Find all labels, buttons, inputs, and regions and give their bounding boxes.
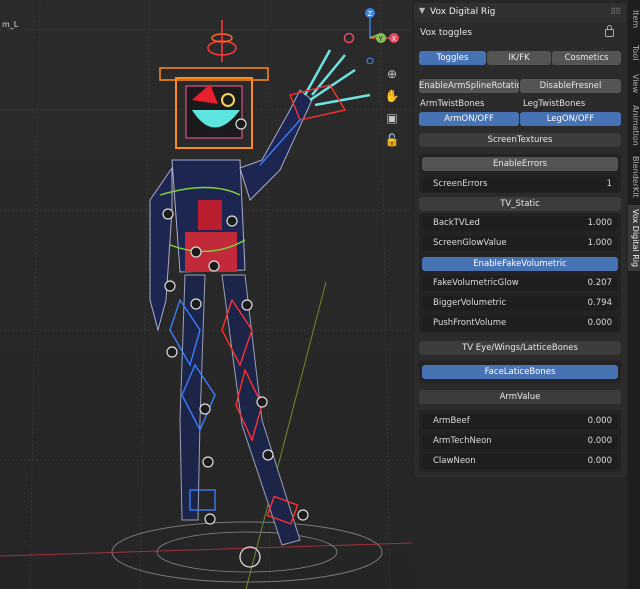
enable-errors-button[interactable]: EnableErrors bbox=[422, 157, 618, 171]
panel-title: Vox Digital Rig bbox=[430, 7, 496, 17]
field-value: 1.000 bbox=[587, 238, 612, 248]
field-value: 1 bbox=[606, 179, 612, 189]
tv-static-button[interactable]: TV_Static bbox=[419, 197, 621, 211]
arm-value-button[interactable]: ArmValue bbox=[419, 390, 621, 404]
chevron-down-icon[interactable]: ▼ bbox=[419, 6, 425, 15]
zoom-icon[interactable]: ⊕ bbox=[384, 66, 400, 82]
tab-item[interactable]: Item bbox=[628, 4, 640, 34]
tab-blenderkit[interactable]: BlenderKit bbox=[628, 155, 640, 199]
field-value: 0.000 bbox=[587, 456, 612, 466]
back-tv-led-field[interactable]: BackTVLed 1.000 bbox=[422, 216, 618, 231]
field-value: 0.794 bbox=[587, 298, 612, 308]
tab-cosmetics[interactable]: Cosmetics bbox=[552, 51, 621, 65]
field-value: 0.000 bbox=[587, 318, 612, 328]
enable-arm-spline-rotation-button[interactable]: EnableArmSplineRotation bbox=[419, 79, 519, 93]
field-label: PushFrontVolume bbox=[433, 318, 507, 328]
field-label: BackTVLed bbox=[433, 218, 480, 228]
field-label: FakeVolumetricGlow bbox=[433, 278, 519, 288]
field-value: 1.000 bbox=[587, 218, 612, 228]
field-label: ScreenGlowValue bbox=[433, 238, 507, 248]
disable-fresnel-button[interactable]: DisableFresnel bbox=[520, 79, 621, 93]
gizmo-y-label: Y bbox=[378, 35, 384, 43]
3d-viewport[interactable]: m_L Z X Y ⊕ ✋ ▣ 🔓 bbox=[0, 0, 412, 589]
field-label: ArmTechNeon bbox=[433, 436, 492, 446]
arm-twist-bones-label: ArmTwistBones bbox=[420, 99, 485, 109]
fake-volumetric-glow-field[interactable]: FakeVolumetricGlow 0.207 bbox=[422, 276, 618, 291]
field-label: BiggerVolumetric bbox=[433, 298, 507, 308]
push-front-volume-field[interactable]: PushFrontVolume 0.000 bbox=[422, 316, 618, 331]
tab-ik-fk[interactable]: IK/FK bbox=[487, 51, 551, 65]
panel-header[interactable]: ▼ Vox Digital Rig ⠿⠿ bbox=[414, 3, 626, 22]
leg-twist-bones-label: LegTwistBones bbox=[523, 99, 586, 109]
navigation-gizmo[interactable]: Z X Y bbox=[338, 6, 410, 64]
field-value: 0.207 bbox=[587, 278, 612, 288]
tab-tool[interactable]: Tool bbox=[628, 40, 640, 66]
screen-errors-field[interactable]: ScreenErrors 1 bbox=[422, 177, 618, 192]
tab-vox-digital-rig[interactable]: Vox Digital Rig bbox=[628, 205, 640, 271]
field-value: 0.000 bbox=[587, 436, 612, 446]
sidebar-tabs: Item Tool View Animation BlenderKit Vox … bbox=[628, 0, 640, 589]
face-latice-bones-toggle[interactable]: FaceLaticeBones bbox=[422, 365, 618, 379]
field-label: ScreenErrors bbox=[433, 179, 488, 189]
tab-toggles[interactable]: Toggles bbox=[419, 51, 486, 65]
screen-textures-button[interactable]: ScreenTextures bbox=[419, 133, 621, 147]
field-value: 0.000 bbox=[587, 416, 612, 426]
arm-tech-neon-field[interactable]: ArmTechNeon 0.000 bbox=[422, 434, 618, 449]
gizmo-x-label: X bbox=[392, 35, 397, 43]
panel-subtitle: Vox toggles bbox=[420, 28, 473, 38]
viewport-object-label: m_L bbox=[2, 20, 19, 29]
enable-fake-volumetric-toggle[interactable]: EnableFakeVolumetric bbox=[422, 257, 618, 271]
drag-grip-icon[interactable]: ⠿⠿ bbox=[610, 7, 621, 16]
lock-icon[interactable] bbox=[605, 25, 614, 37]
arm-beef-field[interactable]: ArmBeef 0.000 bbox=[422, 414, 618, 429]
viewport-scene bbox=[0, 0, 412, 589]
lock-icon[interactable]: 🔓 bbox=[384, 132, 400, 148]
tab-view[interactable]: View bbox=[628, 70, 640, 96]
hand-icon[interactable]: ✋ bbox=[384, 88, 400, 104]
tv-eye-wings-lattice-bones-button[interactable]: TV Eye/Wings/LatticeBones bbox=[419, 341, 621, 355]
field-label: ArmBeef bbox=[433, 416, 470, 426]
leg-on-off-toggle[interactable]: LegON/OFF bbox=[520, 112, 621, 126]
gizmo-z-label: Z bbox=[368, 10, 373, 18]
tab-animation[interactable]: Animation bbox=[628, 102, 640, 148]
camera-icon[interactable]: ▣ bbox=[384, 110, 400, 126]
claw-neon-field[interactable]: ClawNeon 0.000 bbox=[422, 454, 618, 469]
bigger-volumetric-field[interactable]: BiggerVolumetric 0.794 bbox=[422, 296, 618, 311]
arm-on-off-toggle[interactable]: ArmON/OFF bbox=[419, 112, 519, 126]
screen-glow-value-field[interactable]: ScreenGlowValue 1.000 bbox=[422, 236, 618, 251]
field-label: ClawNeon bbox=[433, 456, 476, 466]
tv-static-box bbox=[419, 213, 621, 333]
